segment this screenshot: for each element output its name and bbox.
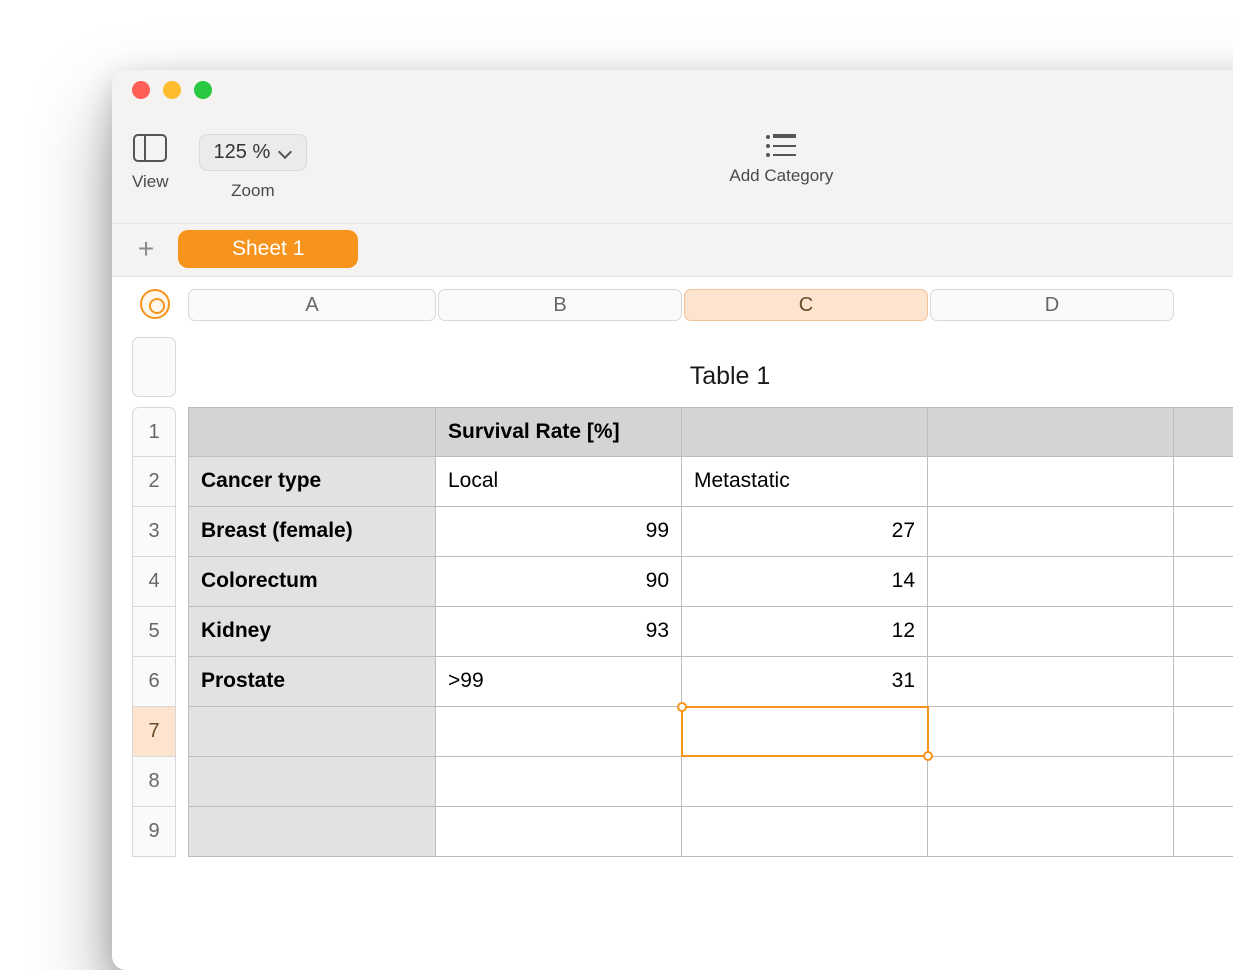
cell-A9[interactable] (188, 807, 436, 857)
cell-E9[interactable] (1174, 807, 1233, 857)
cell-E2[interactable] (1174, 457, 1233, 507)
row-header-4[interactable]: 4 (132, 557, 176, 607)
cell-E4[interactable] (1174, 557, 1233, 607)
cell-A3[interactable]: Breast (female) (188, 507, 436, 557)
cell-A8[interactable] (188, 757, 436, 807)
tab-sheet-1[interactable]: Sheet 1 (178, 230, 358, 268)
table-row: Cancer type Local Metastatic (188, 457, 1233, 507)
cell-D9[interactable] (928, 807, 1174, 857)
cell-E6[interactable] (1174, 657, 1233, 707)
cell-D2[interactable] (928, 457, 1174, 507)
cell-A6[interactable]: Prostate (188, 657, 436, 707)
cell-E1[interactable] (1174, 407, 1233, 457)
cell-B7[interactable] (436, 707, 682, 757)
add-category-tool[interactable]: Add Category (729, 134, 833, 186)
toolbar: View 125 % Zoom Add Category Insert (112, 134, 1233, 224)
cell-C4[interactable]: 14 (682, 557, 928, 607)
cell-A5[interactable]: Kidney (188, 607, 436, 657)
cell-C9[interactable] (682, 807, 928, 857)
zoom-window-icon[interactable] (194, 81, 212, 99)
list-icon (766, 134, 796, 156)
view-tool[interactable]: View (132, 134, 169, 192)
cell-C5[interactable]: 12 (682, 607, 928, 657)
table-handle-icon[interactable] (140, 289, 170, 319)
table-row (188, 807, 1233, 857)
col-header-D[interactable]: D (930, 289, 1174, 321)
row-header-6[interactable]: 6 (132, 657, 176, 707)
cell-A1[interactable] (188, 407, 436, 457)
row-headers: 1 2 3 4 5 6 7 8 9 (132, 407, 176, 857)
row-header-8[interactable]: 8 (132, 757, 176, 807)
cell-B4[interactable]: 90 (436, 557, 682, 607)
cell-D5[interactable] (928, 607, 1174, 657)
row-header-2[interactable]: 2 (132, 457, 176, 507)
sidebar-icon (133, 134, 167, 162)
col-header-B[interactable]: B (438, 289, 682, 321)
cell-D7[interactable] (928, 707, 1174, 757)
cell-D8[interactable] (928, 757, 1174, 807)
zoom-dropdown[interactable]: 125 % (199, 134, 308, 171)
cell-E3[interactable] (1174, 507, 1233, 557)
col-header-A[interactable]: A (188, 289, 436, 321)
row-header-5[interactable]: 5 (132, 607, 176, 657)
column-headers: A B C D (188, 289, 1233, 321)
zoom-value: 125 % (214, 141, 271, 164)
table-row (188, 707, 1233, 757)
zoom-label: Zoom (231, 181, 274, 201)
row-header-9[interactable]: 9 (132, 807, 176, 857)
cell-B9[interactable] (436, 807, 682, 857)
table-title-spacer (132, 337, 176, 397)
cell-C6[interactable]: 31 (682, 657, 928, 707)
cell-A7[interactable] (188, 707, 436, 757)
cell-E7[interactable] (1174, 707, 1233, 757)
view-label: View (132, 172, 169, 192)
cell-B8[interactable] (436, 757, 682, 807)
window-controls (132, 81, 212, 99)
cell-C7[interactable] (682, 707, 928, 757)
table-row: Prostate >99 31 (188, 657, 1233, 707)
cell-A2[interactable]: Cancer type (188, 457, 436, 507)
cell-C3[interactable]: 27 (682, 507, 928, 557)
cell-B2[interactable]: Local (436, 457, 682, 507)
table-row: Breast (female) 99 27 (188, 507, 1233, 557)
cell-C8[interactable] (682, 757, 928, 807)
cell-E5[interactable] (1174, 607, 1233, 657)
app-window: View 125 % Zoom Add Category Insert + Sh… (112, 70, 1233, 970)
col-header-C[interactable]: C (684, 289, 928, 321)
cell-D6[interactable] (928, 657, 1174, 707)
cell-D1[interactable] (928, 407, 1174, 457)
cell-D4[interactable] (928, 557, 1174, 607)
table-row: Survival Rate [%] (188, 407, 1233, 457)
zoom-tool[interactable]: 125 % Zoom (199, 134, 308, 201)
add-category-label: Add Category (729, 166, 833, 186)
table-row: Kidney 93 12 (188, 607, 1233, 657)
chevron-down-icon (278, 146, 292, 160)
titlebar[interactable] (112, 70, 1233, 134)
cell-C2[interactable]: Metastatic (682, 457, 928, 507)
row-header-1[interactable]: 1 (132, 407, 176, 457)
cell-A4[interactable]: Colorectum (188, 557, 436, 607)
cell-E8[interactable] (1174, 757, 1233, 807)
table-title[interactable]: Table 1 (188, 362, 1233, 391)
sheet-tabs: + Sheet 1 (112, 224, 1233, 277)
table-row (188, 757, 1233, 807)
row-header-7[interactable]: 7 (132, 707, 176, 757)
cell-B6[interactable]: >99 (436, 657, 682, 707)
table-grid: Survival Rate [%] Cancer type Local Meta… (188, 407, 1233, 970)
close-icon[interactable] (132, 81, 150, 99)
sheet-area[interactable]: A B C D Table 1 1 2 3 4 5 6 7 8 9 Surviv… (112, 277, 1233, 970)
cell-B3[interactable]: 99 (436, 507, 682, 557)
cell-B1[interactable]: Survival Rate [%] (436, 407, 682, 457)
add-sheet-button[interactable]: + (124, 235, 168, 263)
minimize-icon[interactable] (163, 81, 181, 99)
cell-C1[interactable] (682, 407, 928, 457)
row-header-3[interactable]: 3 (132, 507, 176, 557)
cell-B5[interactable]: 93 (436, 607, 682, 657)
cell-D3[interactable] (928, 507, 1174, 557)
table-row: Colorectum 90 14 (188, 557, 1233, 607)
